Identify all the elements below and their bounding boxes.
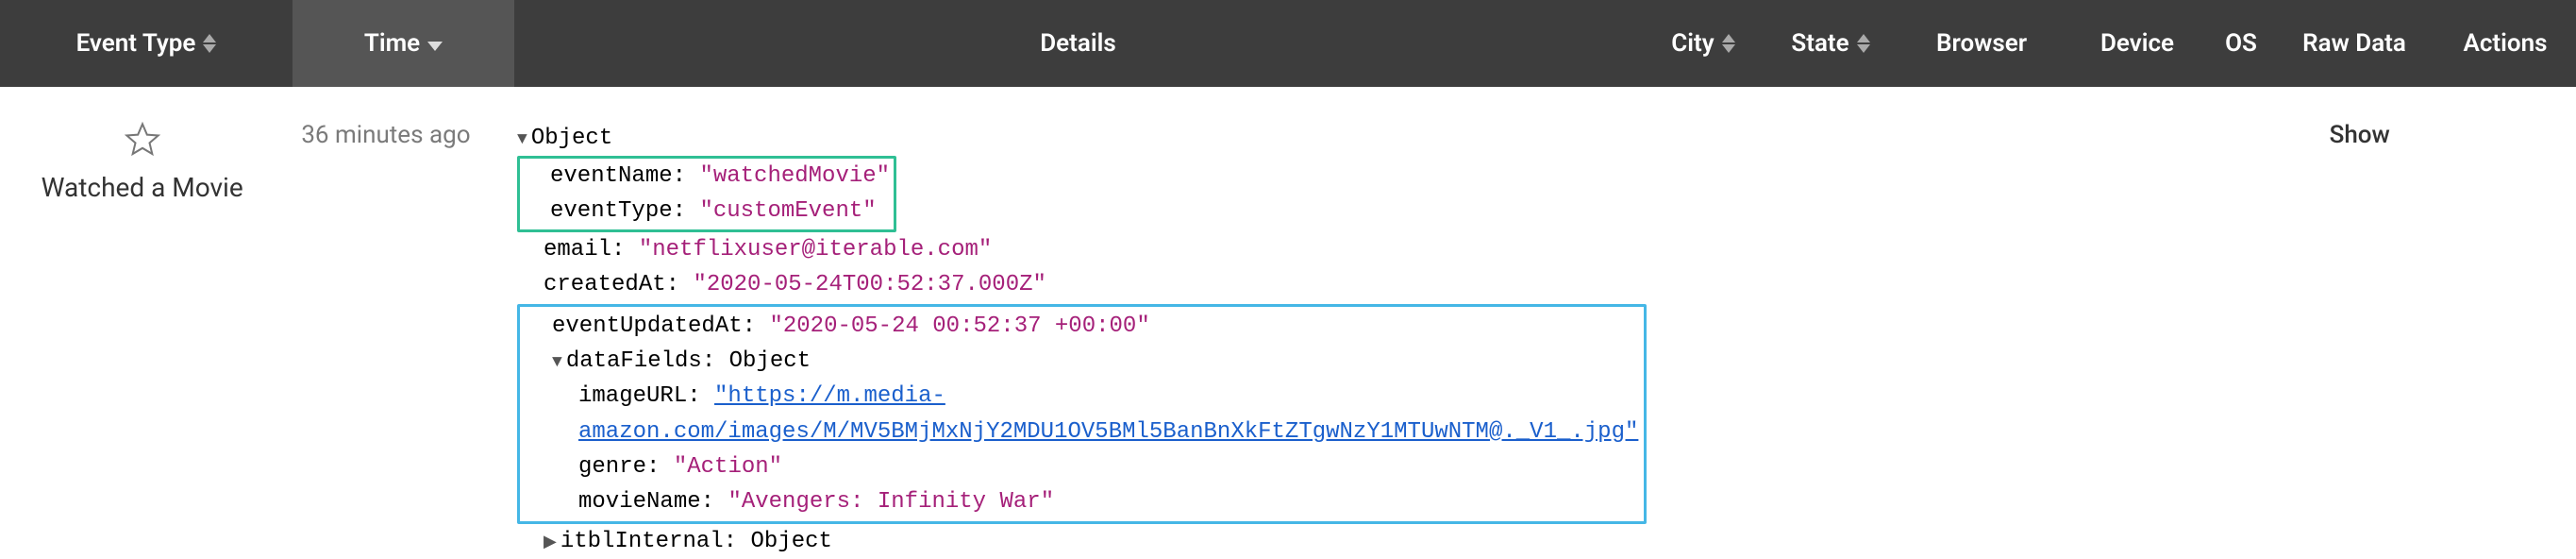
json-link-value[interactable]: "https://m.media-amazon.com/images/M/MV5… — [578, 383, 1638, 444]
col-header-label: Actions — [2463, 29, 2547, 58]
chevron-right-icon: ▶ — [544, 534, 557, 552]
cell-rawdata: Show — [2282, 121, 2438, 149]
json-key: createdAt: — [544, 272, 679, 297]
col-header-device: Device — [2066, 0, 2208, 87]
json-root[interactable]: ▼Object — [517, 121, 1647, 156]
col-header-city[interactable]: City — [1642, 0, 1765, 87]
col-header-state[interactable]: State — [1765, 0, 1897, 87]
json-value: "Action" — [674, 454, 782, 480]
col-header-browser: Browser — [1897, 0, 2066, 87]
json-key: imageURL: — [578, 383, 701, 409]
sort-icon — [1857, 34, 1870, 53]
highlight-green: eventName: "watchedMovie" eventType: "cu… — [517, 156, 896, 231]
json-key: email: — [544, 237, 625, 263]
col-header-label: Device — [2100, 29, 2174, 58]
json-value: "watchedMovie" — [699, 163, 890, 189]
col-header-event-type[interactable]: Event Type — [0, 0, 293, 87]
json-key: eventUpdatedAt: — [552, 313, 756, 339]
json-type: Object — [750, 529, 831, 554]
show-raw-data-link[interactable]: Show — [2330, 121, 2390, 149]
sort-desc-icon — [427, 29, 443, 58]
json-value: "customEvent" — [699, 198, 876, 224]
json-type: Object — [531, 126, 612, 151]
json-key: dataFields: — [566, 348, 715, 374]
json-key: eventName: — [550, 163, 686, 189]
json-key: eventType: — [550, 198, 686, 224]
json-type: Object — [729, 348, 811, 374]
json-value: "2020-05-24T00:52:37.000Z" — [693, 272, 1045, 297]
table-header: Event Type Time Details City State Brows… — [0, 0, 2576, 87]
col-header-rawdata: Raw Data — [2274, 0, 2434, 87]
json-value: "2020-05-24 00:52:37 +00:00" — [769, 313, 1149, 339]
sort-icon — [203, 34, 216, 53]
highlight-blue: eventUpdatedAt: "2020-05-24 00:52:37 +00… — [517, 304, 1647, 524]
cell-time: 36 minutes ago — [284, 121, 500, 149]
json-key: genre: — [578, 454, 660, 480]
json-value: "Avengers: Infinity War" — [728, 489, 1054, 515]
event-row: Watched a Movie 36 minutes ago ▼Object e… — [0, 87, 2576, 559]
event-type-label: Watched a Movie — [17, 172, 267, 203]
json-value: "netflixuser@iterable.com" — [639, 237, 992, 263]
chevron-down-icon: ▼ — [552, 353, 562, 372]
col-header-label: Raw Data — [2302, 29, 2406, 58]
col-header-label: Time — [364, 29, 420, 58]
col-header-details: Details — [514, 0, 1642, 87]
col-header-label: OS — [2225, 29, 2257, 58]
col-header-label: City — [1671, 29, 1714, 58]
col-header-label: Details — [1040, 29, 1116, 58]
col-header-time[interactable]: Time — [293, 0, 514, 87]
col-header-os: OS — [2208, 0, 2274, 87]
col-header-actions: Actions — [2434, 0, 2576, 87]
cell-event-type: Watched a Movie — [0, 121, 284, 203]
col-header-label: Browser — [1936, 29, 2027, 58]
json-key: movieName: — [578, 489, 714, 515]
json-key: itblInternal: — [560, 529, 737, 554]
json-expand-itblinternal[interactable]: ▶itblInternal: Object — [517, 524, 1647, 559]
star-icon — [124, 121, 161, 159]
chevron-down-icon: ▼ — [517, 130, 527, 149]
cell-details: ▼Object eventName: "watchedMovie" eventT… — [500, 121, 1664, 559]
col-header-label: State — [1791, 29, 1848, 58]
time-label: 36 minutes ago — [301, 121, 470, 149]
json-expand-datafields[interactable]: ▼dataFields: Object — [526, 344, 1638, 379]
col-header-label: Event Type — [76, 29, 196, 58]
sort-icon — [1722, 34, 1735, 53]
